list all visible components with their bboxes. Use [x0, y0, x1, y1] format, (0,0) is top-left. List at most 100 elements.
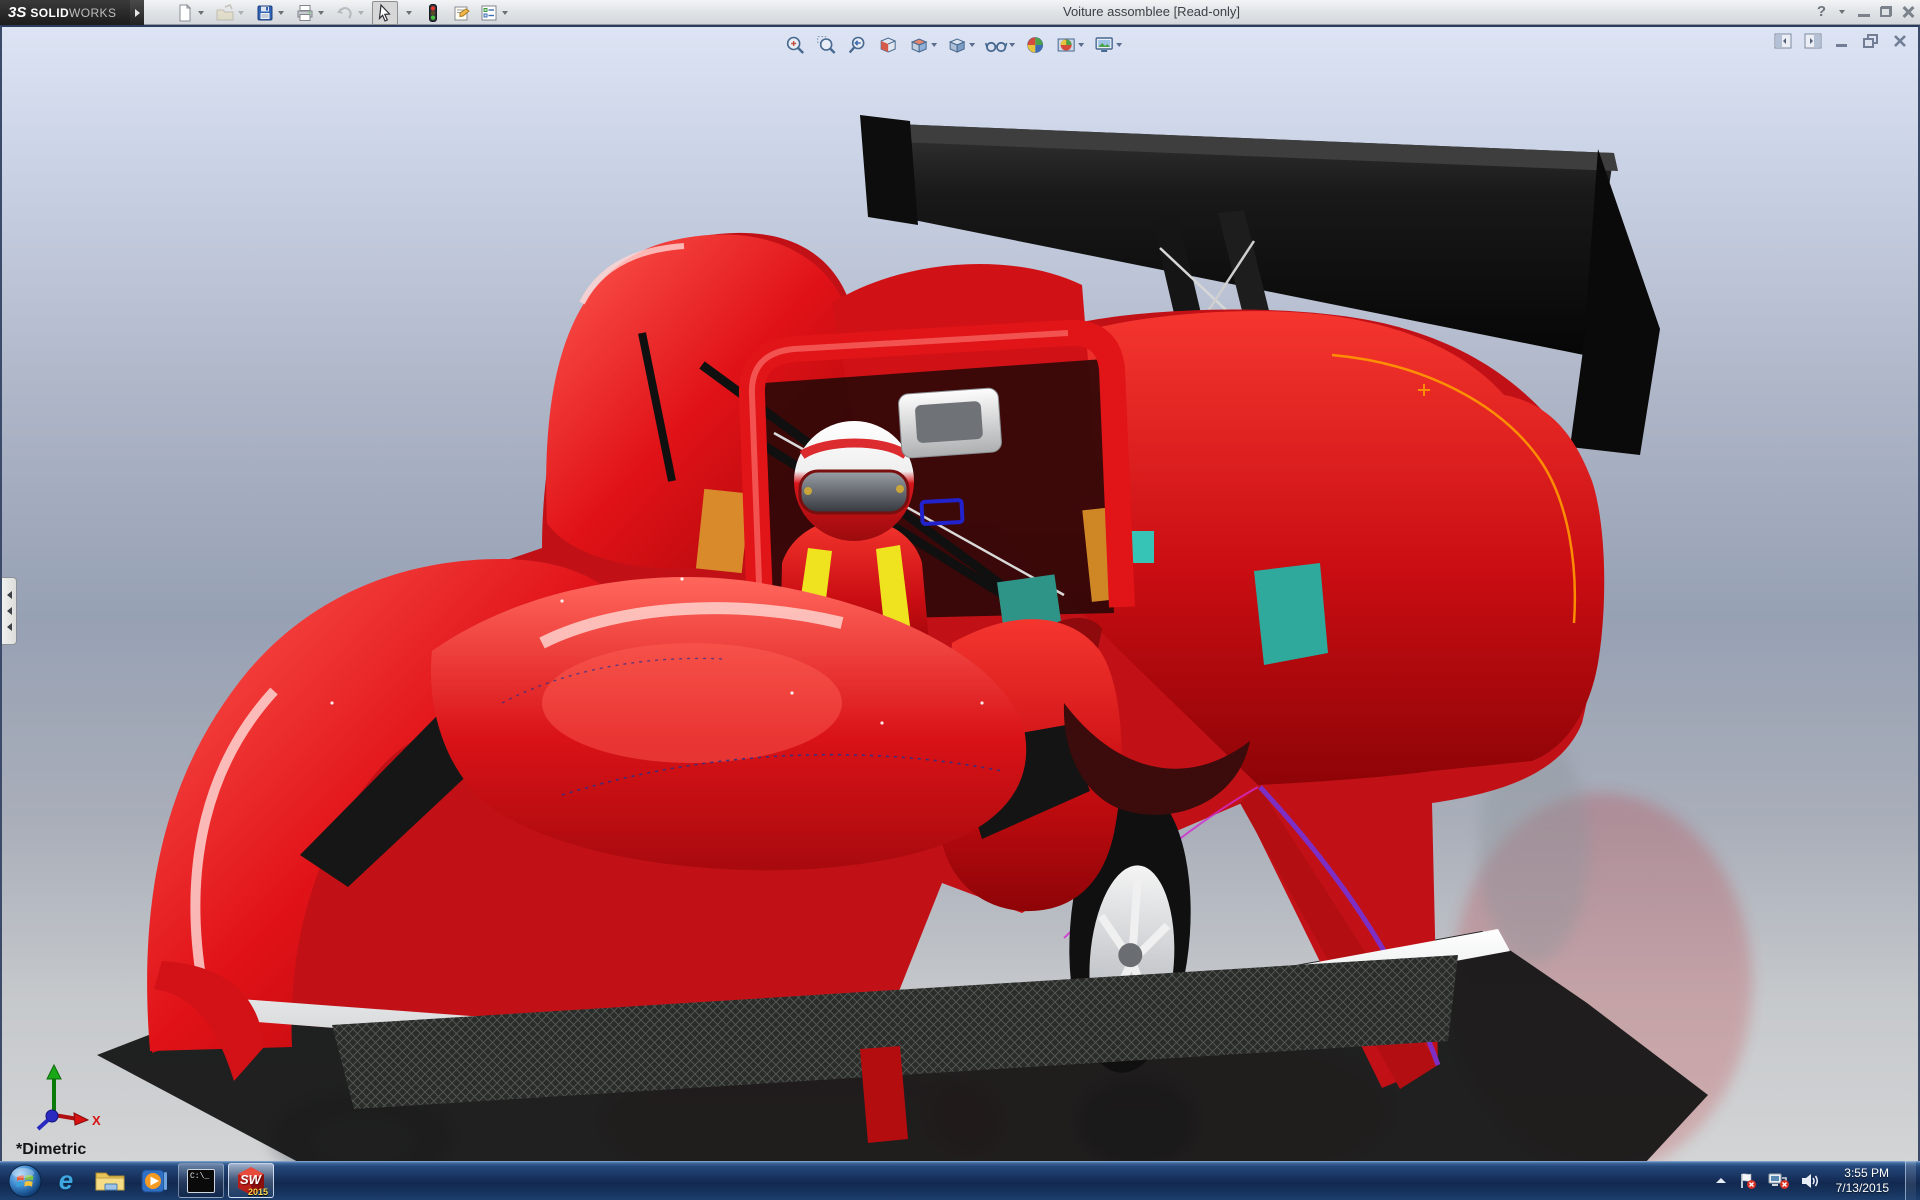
- chevron-down-icon: [406, 11, 412, 15]
- scene-sphere-icon: [1055, 34, 1077, 56]
- car-body: [147, 233, 1604, 1143]
- minimize-document-icon[interactable]: [1834, 33, 1850, 49]
- internet-explorer-icon: e: [59, 1165, 73, 1196]
- close-document-icon[interactable]: [1892, 33, 1908, 49]
- zoom-to-area-icon: [815, 34, 837, 56]
- taskbar-clock[interactable]: 3:55 PM 7/13/2015: [1830, 1166, 1895, 1196]
- minimize-icon: [1858, 14, 1870, 17]
- section-view-button[interactable]: [875, 32, 901, 58]
- side-opening-teal: [1254, 563, 1328, 665]
- display-style-button[interactable]: [944, 32, 977, 58]
- options-list-icon: [479, 3, 499, 23]
- windows-start-orb-icon: [8, 1164, 42, 1198]
- helmet-visor: [800, 471, 908, 513]
- taskbar-windows-explorer[interactable]: [88, 1162, 132, 1200]
- zoom-to-fit-button[interactable]: [782, 32, 808, 58]
- print-button[interactable]: [292, 1, 330, 25]
- left-arrow-icon: [7, 607, 12, 615]
- clock-time: 3:55 PM: [1836, 1166, 1889, 1181]
- start-button[interactable]: [6, 1162, 44, 1200]
- chevron-down-icon[interactable]: [1116, 43, 1122, 47]
- undo-button[interactable]: [332, 1, 370, 25]
- clock-date: 7/13/2015: [1836, 1181, 1889, 1196]
- folder-icon: [94, 1168, 126, 1194]
- chevron-down-icon[interactable]: [931, 43, 937, 47]
- select-tool-button[interactable]: [372, 1, 398, 25]
- apply-scene-button[interactable]: [1053, 32, 1086, 58]
- volume-button[interactable]: [1800, 1172, 1820, 1190]
- dassault-logo-mark: 3S: [8, 4, 26, 21]
- restore-icon: [1880, 6, 1892, 17]
- chevron-down-icon[interactable]: [278, 11, 284, 15]
- eyeglasses-icon: [984, 34, 1008, 56]
- speaker-icon: [1800, 1172, 1820, 1190]
- intake-box: [898, 388, 1002, 459]
- race-car-model[interactable]: [2, 27, 1918, 1161]
- chevron-down-icon[interactable]: [238, 11, 244, 15]
- close-icon: [1902, 6, 1914, 18]
- new-document-button[interactable]: [172, 1, 210, 25]
- help-dropdown-icon[interactable]: [1839, 10, 1845, 14]
- network-disconnected-icon: [1768, 1172, 1790, 1190]
- close-button[interactable]: [1902, 6, 1914, 18]
- chevron-down-icon[interactable]: [1009, 43, 1015, 47]
- action-center-flag-icon: [1738, 1172, 1758, 1190]
- chevron-down-icon[interactable]: [358, 11, 364, 15]
- chevron-down-icon[interactable]: [502, 11, 508, 15]
- pane-right-toggle-icon[interactable]: [1804, 33, 1822, 49]
- display-style-icon: [946, 34, 968, 56]
- save-floppy-icon: [255, 3, 275, 23]
- graphics-viewport[interactable]: X *Dimetric: [0, 25, 1920, 1161]
- show-desktop-button[interactable]: [1905, 1161, 1916, 1200]
- solidworks-app-icon: SW 2015: [236, 1166, 266, 1196]
- logo-works-text: WORKS: [69, 6, 116, 20]
- restore-button[interactable]: [1880, 6, 1892, 17]
- left-arrow-icon: [7, 623, 12, 631]
- rebuild-button[interactable]: [420, 1, 446, 25]
- chevron-down-icon[interactable]: [1078, 43, 1084, 47]
- chevron-down-icon[interactable]: [969, 43, 975, 47]
- edit-appearance-button[interactable]: [1022, 32, 1048, 58]
- previous-view-icon: [846, 34, 868, 56]
- feature-pane-splitter-tab[interactable]: [2, 577, 17, 645]
- chevron-down-icon[interactable]: [318, 11, 324, 15]
- main-toolbar: [172, 1, 514, 24]
- open-document-button[interactable]: [212, 1, 250, 25]
- view-orientation-button[interactable]: [906, 32, 939, 58]
- window-title: Voiture assomblee [Read-only]: [1063, 4, 1240, 19]
- previous-view-button[interactable]: [844, 32, 870, 58]
- taskbar-media-player[interactable]: [132, 1162, 176, 1200]
- taskbar-command-prompt[interactable]: C:\_: [178, 1163, 224, 1198]
- options-button[interactable]: [476, 1, 514, 25]
- taskbar-solidworks[interactable]: SW 2015: [228, 1163, 274, 1198]
- orientation-triad[interactable]: X: [16, 1063, 106, 1133]
- select-dropdown[interactable]: [400, 1, 418, 25]
- solidworks-letters: SW: [240, 1172, 261, 1187]
- network-status-button[interactable]: [1768, 1172, 1790, 1190]
- save-button[interactable]: [252, 1, 290, 25]
- menu-expand-arrow[interactable]: [130, 0, 144, 25]
- undo-arrow-icon: [335, 3, 355, 23]
- show-hidden-icons-button[interactable]: [1714, 1175, 1728, 1187]
- file-properties-button[interactable]: [448, 1, 474, 25]
- view-settings-button[interactable]: [1091, 32, 1124, 58]
- new-document-icon: [175, 3, 195, 23]
- titlebar: 3S SOLIDWORKS: [0, 0, 1920, 25]
- action-center-button[interactable]: [1738, 1172, 1758, 1190]
- chevron-down-icon[interactable]: [198, 11, 204, 15]
- solidworks-year-badge: 2015: [248, 1187, 268, 1197]
- hide-show-items-button[interactable]: [982, 32, 1017, 58]
- help-button[interactable]: ?: [1817, 3, 1826, 20]
- windows-taskbar: e C:\_: [0, 1161, 1920, 1200]
- view-orientation-label: *Dimetric: [16, 1141, 86, 1159]
- left-arrow-icon: [7, 591, 12, 599]
- taskbar-internet-explorer[interactable]: e: [44, 1162, 88, 1200]
- appearance-sphere-icon: [1024, 34, 1046, 56]
- cursor-arrow-icon: [375, 3, 395, 23]
- headsup-view-toolbar: [782, 32, 1124, 58]
- pane-left-toggle-icon[interactable]: [1774, 33, 1792, 49]
- triad-x-label: X: [92, 1113, 101, 1128]
- zoom-to-area-button[interactable]: [813, 32, 839, 58]
- restore-document-icon[interactable]: [1862, 33, 1880, 49]
- minimize-button[interactable]: [1858, 6, 1870, 17]
